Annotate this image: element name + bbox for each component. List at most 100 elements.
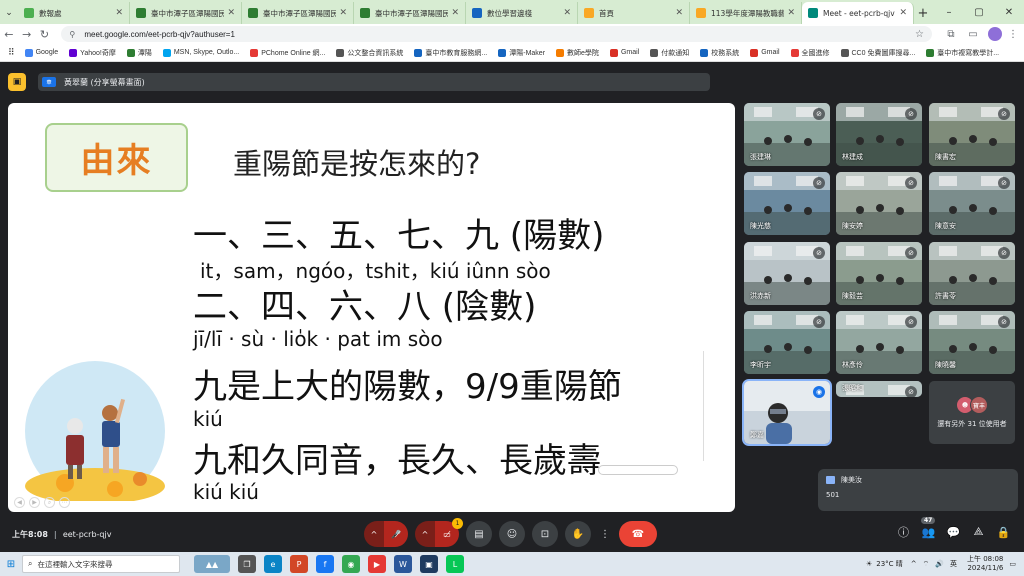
line-app-icon[interactable]: L — [446, 555, 464, 573]
browser-tab[interactable]: 數位學習邊棧 ✕ — [466, 2, 578, 24]
people-icon[interactable]: 👥 47 — [916, 516, 941, 539]
presentation-icon[interactable]: ▣ — [8, 73, 26, 91]
weather-icon[interactable]: ☀ — [866, 560, 872, 568]
youtube-icon[interactable]: ▶ — [368, 555, 386, 573]
tab-close-icon[interactable]: ✕ — [675, 8, 683, 18]
bookmark-item[interactable]: 臺中市複寫教學計... — [926, 48, 999, 58]
participant-tile[interactable]: ⊘ 洪赤新 — [744, 242, 830, 305]
bookmark-item[interactable]: 臺中市教育服務網... — [414, 48, 487, 58]
maximize-button[interactable]: ▢ — [964, 0, 994, 24]
bookmark-item[interactable]: Yahoo!奇摩 — [69, 48, 116, 58]
forward-icon[interactable]: → — [18, 24, 36, 44]
bookmark-item[interactable]: PChome Online 網... — [250, 48, 325, 58]
edge-icon[interactable]: e — [264, 555, 282, 573]
tab-close-icon[interactable]: ✕ — [115, 8, 123, 18]
participant-tile[interactable]: ⊘ 張建琳 — [744, 103, 830, 166]
other-participants-tile[interactable]: ☻ 寶丰 還有另外 31 位使用者 — [929, 381, 1015, 444]
word-icon[interactable]: W — [394, 555, 412, 573]
participant-tile[interactable]: ⊘ 陳光慈 — [744, 172, 830, 235]
tab-close-icon[interactable]: ✕ — [563, 8, 571, 18]
video-app-icon[interactable]: ▣ — [420, 555, 438, 573]
pdf-app-icon[interactable]: P — [290, 555, 308, 573]
tab-close-icon[interactable]: ✕ — [451, 8, 459, 18]
url-field[interactable]: ⚲ meet.google.com/eet-pcrb-qjv?authuser=… — [61, 26, 932, 42]
chat-notification[interactable]: 陳美汝 501 — [818, 469, 1018, 511]
bookmark-item[interactable]: MSN, Skype, Outlo... — [162, 48, 239, 58]
chat-panel-icon[interactable]: 💬 — [941, 526, 966, 539]
participant-tile[interactable]: ⊘ 陳安婷 — [836, 172, 922, 235]
extensions-icon[interactable]: ⧉ — [940, 29, 962, 40]
participant-tile[interactable]: ⊘ 林彥伶 — [836, 311, 922, 374]
slide-prev-icon[interactable]: ◀ — [14, 497, 25, 508]
minimize-button[interactable]: – — [934, 0, 964, 24]
browser-tab[interactable]: 臺中市潭子區潭陽國民小✕ — [130, 2, 242, 24]
participant-tile[interactable]: ⊘ 陳毅芸 — [836, 242, 922, 305]
mic-off-button[interactable]: 🎤̸ — [384, 521, 408, 547]
windows-start-icon[interactable]: ⊞ — [0, 552, 22, 576]
tab-close-icon[interactable]: ✕ — [339, 8, 347, 18]
slide-more-icon[interactable]: ⋯ — [59, 497, 70, 508]
tab-close-icon[interactable]: ✕ — [787, 8, 795, 18]
menu-icon[interactable]: ⋮ — [1002, 29, 1024, 40]
browser-tab[interactable]: Meet - eet-pcrb-qjv ✕ — [802, 2, 914, 24]
bookmark-item[interactable]: 潭陽-Maker — [498, 48, 545, 58]
participant-tile[interactable]: ⊘ 張昭和 — [836, 381, 922, 397]
participant-tile[interactable]: ◉ 鄭嘉 — [742, 379, 832, 446]
back-icon[interactable]: ← — [0, 24, 18, 44]
browser-tab[interactable]: 首頁 ✕ — [578, 2, 690, 24]
bookmark-item[interactable]: Gmail — [609, 48, 639, 58]
participant-tile[interactable]: ⊘ 陳意安 — [929, 172, 1015, 235]
site-info-icon[interactable]: ⚲ — [69, 30, 78, 39]
apps-grid-icon[interactable]: ⠿ — [8, 47, 15, 58]
chrome-icon[interactable]: ◉ — [342, 555, 360, 573]
slide-next-icon[interactable]: ▶ — [29, 497, 40, 508]
participant-tile[interactable]: ⊘ 許書苓 — [929, 242, 1015, 305]
browser-tab[interactable]: 數報處 ✕ — [18, 2, 130, 24]
participant-tile[interactable]: ⊘ 林建成 — [836, 103, 922, 166]
participant-tile[interactable]: ⊘ 李昕宇 — [744, 311, 830, 374]
taskbar-search[interactable]: ⌕ 在這裡輸入文字來搜尋 — [22, 555, 180, 573]
profile-avatar[interactable] — [987, 27, 1002, 41]
volume-icon[interactable]: 🔊 — [935, 560, 944, 568]
host-controls-icon[interactable]: 🔒 — [991, 526, 1016, 539]
bookmark-item[interactable]: Gmail — [750, 48, 780, 58]
input-language[interactable]: 英 — [950, 559, 957, 569]
mic-options-button[interactable]: ^ — [364, 521, 384, 547]
bookmark-item[interactable]: Google — [24, 48, 58, 58]
tab-search-icon[interactable]: ⌄ — [0, 2, 18, 24]
bookmark-item[interactable]: 校務系統 — [700, 48, 739, 58]
more-options-button[interactable]: ⋮ — [598, 521, 612, 547]
bookmark-item[interactable]: 潭陽 — [126, 48, 152, 58]
bookmark-item[interactable]: 數師e學院 — [556, 48, 599, 58]
taskbar-widget-icon[interactable]: ▲▲ — [194, 555, 230, 573]
bookmark-item[interactable]: 全國進修 — [790, 48, 830, 58]
side-panel-icon[interactable]: ▭ — [962, 29, 984, 40]
reload-icon[interactable]: ↻ — [36, 24, 54, 44]
browser-tab[interactable]: 113學年度潭陽教職藝 ✕ — [690, 2, 802, 24]
facebook-icon[interactable]: f — [316, 555, 334, 573]
participant-tile[interactable]: ⊘ 陳曉馨 — [929, 311, 1015, 374]
browser-tab[interactable]: 臺中市潭子區潭陽國民小✕ — [242, 2, 354, 24]
new-tab-button[interactable]: + — [914, 2, 932, 24]
activities-icon[interactable]: ⟁ — [966, 525, 991, 539]
notifications-icon[interactable]: ▭ — [1009, 560, 1016, 568]
emoji-reaction-button[interactable]: ☺ — [499, 521, 525, 547]
tray-chevron-icon[interactable]: ^ — [911, 560, 917, 568]
browser-tab[interactable]: 臺中市潭子區潭陽國民小✕ — [354, 2, 466, 24]
network-icon[interactable]: ⌔ — [923, 560, 930, 569]
camera-options-button[interactable]: ^ — [415, 521, 435, 547]
taskbar-clock[interactable]: 上午 08:08 2024/11/6 — [967, 555, 1003, 573]
close-window-button[interactable]: ✕ — [994, 0, 1024, 24]
slide-zoom-icon[interactable]: ⌕ — [44, 497, 55, 508]
task-view-icon[interactable]: ❐ — [238, 555, 256, 573]
bookmark-item[interactable]: 公文整合資訊系統 — [336, 48, 403, 58]
tab-close-icon[interactable]: ✕ — [227, 8, 235, 18]
leave-call-button[interactable]: ☎ — [619, 521, 657, 547]
present-screen-button[interactable]: ⊡ — [532, 521, 558, 547]
captions-button[interactable]: ▤ — [466, 521, 492, 547]
meeting-details-icon[interactable]: ⓘ — [891, 524, 916, 540]
tab-close-icon[interactable]: ✕ — [899, 8, 907, 18]
bookmark-item[interactable]: 付款通知 — [650, 48, 689, 58]
bookmark-item[interactable]: CC0 免費圖庫搜尋... — [840, 48, 915, 58]
bookmark-star-icon[interactable]: ☆ — [915, 29, 924, 40]
